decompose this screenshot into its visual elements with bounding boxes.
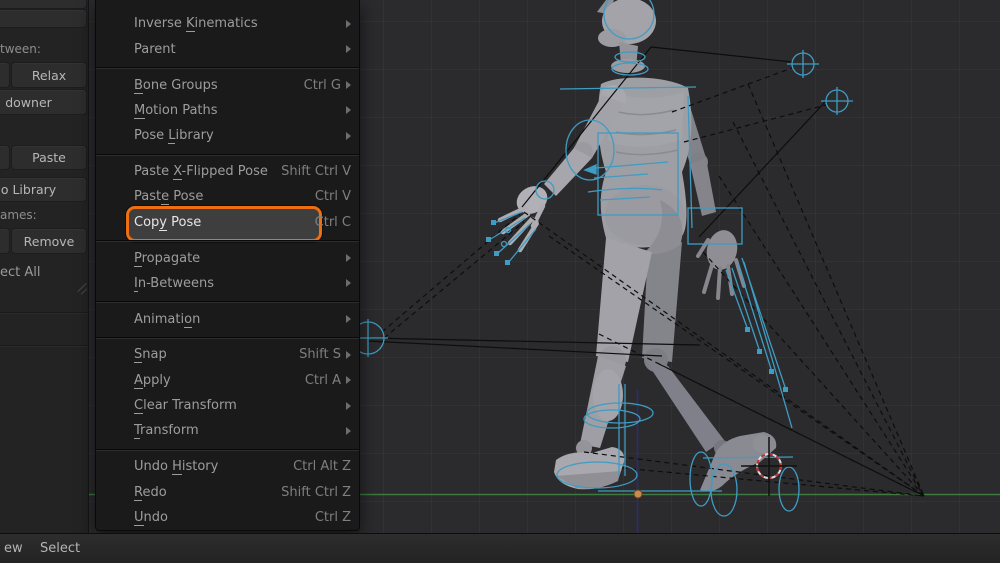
menu-item-shortcut: Ctrl C	[315, 215, 351, 230]
submenu-arrow-icon	[341, 254, 351, 262]
panel-resize-corner[interactable]	[76, 282, 89, 296]
menu-item-list: Constraints Inverse Kinematics Parent Bone …	[96, 0, 359, 530]
ik-target-sphere[interactable]	[821, 87, 853, 115]
menu-item-propagate[interactable]: Propagate	[96, 245, 359, 270]
menu-separator	[96, 296, 359, 306]
menu-item-paste-pose[interactable]: Paste Pose Ctrl V	[96, 184, 359, 209]
select-menu[interactable]: Select	[40, 541, 80, 556]
menu-item-label: Parent	[134, 42, 176, 57]
menu-separator	[96, 235, 359, 245]
menu-item-label: Constraints	[134, 0, 208, 1]
menu-item-label: Clear Transform	[134, 398, 237, 413]
menu-item-shortcut: Shift S	[299, 347, 341, 362]
submenu-arrow-icon	[341, 20, 351, 28]
panel-separator	[0, 345, 88, 347]
menu-item-shortcut: Shift Ctrl V	[281, 164, 351, 179]
relax-button[interactable]: Relax	[11, 62, 87, 88]
submenu-arrow-icon	[341, 45, 351, 53]
submenu-arrow-icon	[341, 132, 351, 140]
select-all-label: ect All	[0, 265, 41, 280]
submenu-arrow-icon	[341, 402, 351, 410]
menu-item-shortcut: Ctrl A	[305, 373, 341, 388]
menu-item-label: Undo	[134, 510, 168, 525]
menu-item-label: Propagate	[134, 251, 200, 266]
in-between-label: tween:	[0, 42, 41, 56]
menu-item-redo[interactable]: Redo Shift Ctrl Z	[96, 479, 359, 504]
push-button-stub[interactable]	[0, 62, 10, 88]
menu-item-snap[interactable]: Snap Shift S	[96, 342, 359, 367]
menu-item-bone-groups[interactable]: Bone Groups Ctrl G	[96, 72, 359, 97]
breakdowner-button[interactable]: downer	[0, 89, 87, 115]
menu-item-pose-library[interactable]: Pose Library	[96, 123, 359, 148]
submenu-arrow-icon	[341, 351, 351, 359]
menu-item-label: Apply	[134, 373, 171, 388]
menu-item-parent[interactable]: Parent	[96, 37, 359, 62]
menu-item-undo[interactable]: Undo Ctrl Z	[96, 505, 359, 530]
panel-separator	[0, 312, 88, 314]
pose-context-menu: Constraints Inverse Kinematics Parent Bone …	[95, 0, 360, 531]
toolshelf-partial-button[interactable]	[0, 0, 87, 9]
menu-item-shortcut: Shift Ctrl Z	[281, 485, 351, 500]
menu-separator	[96, 62, 359, 72]
viewport-header-bar: ew Select Pose Pose Mode	[0, 533, 1000, 563]
menu-item-shortcut: Ctrl G	[304, 78, 341, 93]
menu-separator	[96, 332, 359, 342]
menu-item-label: Transform	[134, 423, 199, 438]
menu-item-transform[interactable]: Transform	[96, 418, 359, 443]
menu-item-label: Animation	[134, 312, 200, 327]
menu-separator	[96, 149, 359, 159]
menu-item-shortcut: Ctrl Alt Z	[293, 459, 351, 474]
add-button-stub[interactable]	[0, 228, 10, 254]
menu-item-paste-x-flipped-pose[interactable]: Paste X-Flipped Pose Shift Ctrl V	[96, 159, 359, 184]
menu-item-shortcut: Ctrl Z	[315, 510, 351, 525]
submenu-arrow-icon	[341, 106, 351, 114]
remove-button[interactable]: Remove	[11, 228, 87, 254]
menu-item-label: Redo	[134, 485, 167, 500]
menu-item-label: Snap	[134, 347, 167, 362]
toolshelf-partial-button[interactable]	[0, 9, 87, 28]
menu-item-animation[interactable]: Animation	[96, 306, 359, 331]
view-menu[interactable]: ew	[4, 541, 23, 556]
menu-item-label: Undo History	[134, 459, 218, 474]
copy-button-stub[interactable]	[0, 145, 10, 170]
menu-item-label: Pose Library	[134, 128, 214, 143]
menu-item-label: Bone Groups	[134, 78, 218, 93]
submenu-arrow-icon	[341, 376, 351, 384]
tool-shelf: tween: Relax downer Paste o Library ames…	[0, 0, 89, 533]
menu-item-label: Paste X-Flipped Pose	[134, 164, 268, 179]
bone-names-label: ames:	[0, 208, 37, 222]
submenu-arrow-icon	[341, 279, 351, 287]
blender-window: tween: Relax downer Paste o Library ames…	[0, 0, 1000, 563]
menu-item-label: Paste Pose	[134, 189, 203, 204]
menu-item-label: In-Betweens	[134, 276, 214, 291]
ik-target-sphere[interactable]	[787, 50, 819, 78]
menu-item-label: Motion Paths	[134, 103, 218, 118]
menu-item-in-betweens[interactable]: In-Betweens	[96, 271, 359, 296]
submenu-arrow-icon	[341, 81, 351, 89]
menu-item-label: Inverse Kinematics	[134, 16, 258, 31]
submenu-arrow-icon	[341, 315, 351, 323]
menu-item-copy-pose[interactable]: Copy Pose Ctrl C	[96, 210, 359, 235]
menu-item-constraints[interactable]: Constraints	[96, 0, 359, 11]
menu-item-motion-paths[interactable]: Motion Paths	[96, 98, 359, 123]
menu-separator	[96, 444, 359, 454]
paste-button[interactable]: Paste	[11, 145, 87, 170]
menu-item-clear-transform[interactable]: Clear Transform	[96, 393, 359, 418]
menu-item-shortcut: Ctrl V	[315, 189, 351, 204]
submenu-arrow-icon	[341, 427, 351, 435]
menu-item-apply[interactable]: Apply Ctrl A	[96, 367, 359, 392]
menu-item-inverse-kinematics[interactable]: Inverse Kinematics	[96, 11, 359, 36]
menu-item-label: Copy Pose	[134, 215, 201, 230]
menu-item-undo-history[interactable]: Undo History Ctrl Alt Z	[96, 454, 359, 479]
object-origin-dot	[634, 490, 642, 498]
add-to-library-button[interactable]: o Library	[0, 177, 87, 202]
